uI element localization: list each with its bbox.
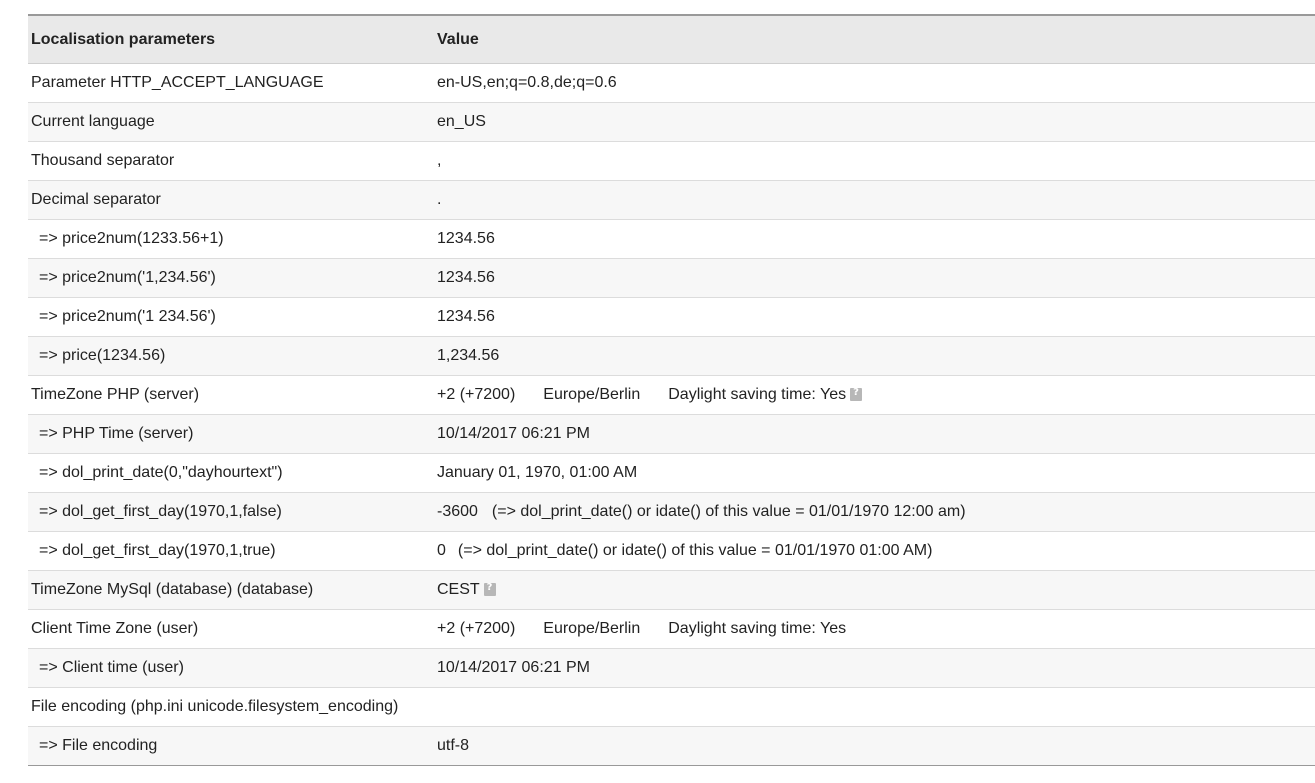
table-row: => Client time (user) 10/14/2017 06:21 P…	[28, 648, 1315, 688]
timestamp-value: -3600	[437, 503, 478, 520]
table-row: => price2num(1233.56+1) 1234.56	[28, 219, 1315, 259]
row-label: => price(1234.56)	[39, 347, 166, 364]
row-value: 1234.56	[437, 269, 495, 286]
row-label: TimeZone MySql (database) (database)	[31, 581, 314, 598]
table-row: => price2num('1 234.56') 1234.56	[28, 297, 1315, 337]
value-column-header: Value	[437, 30, 479, 48]
row-value: 10/14/2017 06:21 PM	[437, 659, 591, 676]
table-row: => dol_get_first_day(1970,1,false) -3600…	[28, 492, 1315, 532]
row-label: Current language	[31, 113, 155, 130]
row-label: => PHP Time (server)	[39, 425, 194, 442]
row-label: => dol_get_first_day(1970,1,true)	[39, 542, 276, 559]
timezone-name: Europe/Berlin	[543, 620, 641, 637]
table-row: => dol_get_first_day(1970,1,true) 0 (=> d…	[28, 531, 1315, 571]
row-value	[434, 688, 1315, 727]
row-value: en_US	[437, 113, 486, 130]
table-row: => File encoding utf-8	[28, 726, 1315, 766]
table-row: Thousand separator ,	[28, 141, 1315, 181]
row-label: => dol_print_date(0,"dayhourtext")	[39, 464, 283, 481]
row-label: => dol_get_first_day(1970,1,false)	[39, 503, 282, 520]
table-row: => dol_print_date(0,"dayhourtext") Janua…	[28, 453, 1315, 493]
row-value: January 01, 1970, 01:00 AM	[437, 464, 638, 481]
dst-status: Daylight saving time: Yes	[668, 620, 847, 637]
row-label: => price2num('1 234.56')	[39, 308, 216, 325]
row-value: ,	[437, 152, 442, 169]
row-value: 1234.56	[437, 230, 495, 247]
row-label: Decimal separator	[31, 191, 161, 208]
timezone-name: Europe/Berlin	[543, 386, 641, 403]
row-value: +2 (+7200) Europe/Berlin Daylight saving t…	[434, 376, 1315, 415]
dst-status: Daylight saving time: Yes	[668, 386, 847, 403]
row-value: 0 (=> dol_print_date() or idate() of this…	[434, 532, 1315, 571]
row-label: => Client time (user)	[39, 659, 184, 676]
row-value: utf-8	[437, 737, 470, 754]
table-row: => price(1234.56) 1,234.56	[28, 336, 1315, 376]
row-value: 10/14/2017 06:21 PM	[437, 425, 591, 442]
row-label: File encoding (php.ini unicode.filesyste…	[31, 698, 399, 715]
table-row: Parameter HTTP_ACCEPT_LANGUAGE en-US,en;…	[28, 63, 1315, 103]
row-label: Client Time Zone (user)	[31, 620, 199, 637]
row-value: -3600 (=> dol_print_date() or idate() of …	[434, 493, 1315, 532]
row-value: 1234.56	[437, 308, 495, 325]
timestamp-value: 0	[437, 542, 446, 559]
table-row: TimeZone MySql (database) (database) CES…	[28, 570, 1315, 610]
table-header-row: Localisation parameters Value	[28, 15, 1315, 64]
row-value: +2 (+7200) Europe/Berlin Daylight saving t…	[434, 610, 1315, 649]
timezone-offset: +2 (+7200)	[437, 620, 516, 637]
table-row: => PHP Time (server) 10/14/2017 06:21 PM	[28, 414, 1315, 454]
table-row: Current language en_US	[28, 102, 1315, 142]
table-row: Client Time Zone (user) +2 (+7200) Europe…	[28, 609, 1315, 649]
row-value: CEST	[434, 571, 1315, 610]
param-column-header: Localisation parameters	[31, 30, 216, 48]
row-value: .	[437, 191, 442, 208]
row-label: => File encoding	[39, 737, 158, 754]
table-row: TimeZone PHP (server) +2 (+7200) Europe/B…	[28, 375, 1315, 415]
row-label: Parameter HTTP_ACCEPT_LANGUAGE	[31, 74, 324, 91]
row-label: Thousand separator	[31, 152, 175, 169]
db-timezone: CEST	[437, 581, 480, 598]
row-value: 1,234.56	[437, 347, 500, 364]
row-label: => price2num(1233.56+1)	[39, 230, 224, 247]
table-row: File encoding (php.ini unicode.filesyste…	[28, 687, 1315, 727]
localisation-table-container: Localisation parameters Value Parameter …	[28, 14, 1315, 766]
row-value: en-US,en;q=0.8,de;q=0.6	[437, 74, 617, 91]
help-icon[interactable]	[483, 582, 496, 596]
table-row: => price2num('1,234.56') 1234.56	[28, 258, 1315, 298]
timezone-offset: +2 (+7200)	[437, 386, 516, 403]
help-icon[interactable]	[850, 387, 863, 401]
row-label: => price2num('1,234.56')	[39, 269, 216, 286]
table-row: Decimal separator .	[28, 180, 1315, 220]
row-label: TimeZone PHP (server)	[31, 386, 200, 403]
timestamp-note: (=> dol_print_date() or idate() of this …	[491, 503, 966, 520]
timestamp-note: (=> dol_print_date() or idate() of this …	[457, 542, 933, 559]
localisation-table: Localisation parameters Value Parameter …	[28, 14, 1315, 766]
